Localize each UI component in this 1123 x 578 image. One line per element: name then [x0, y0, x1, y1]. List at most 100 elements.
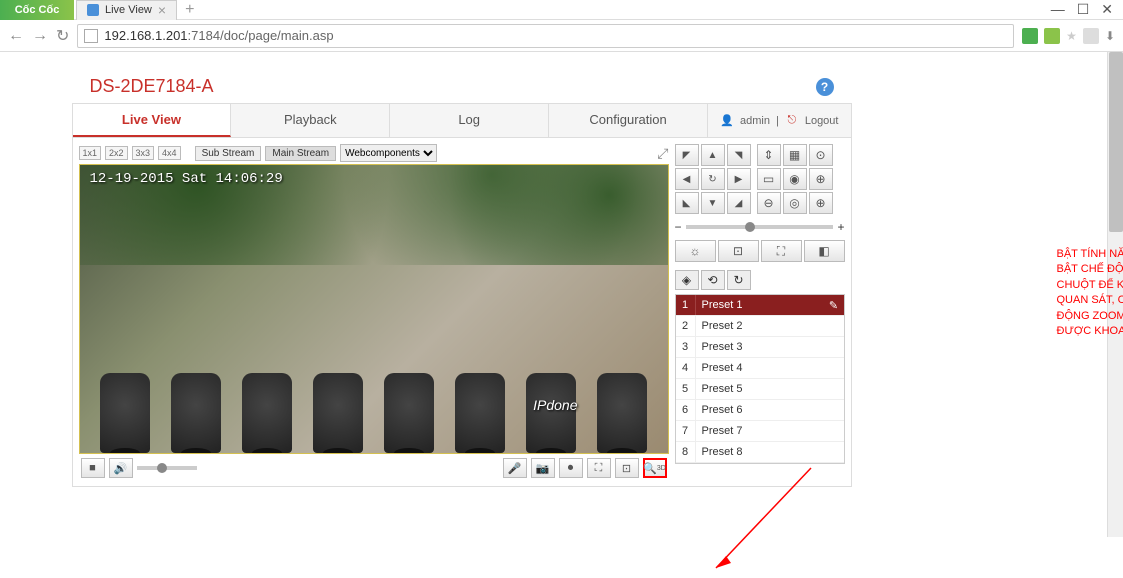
ptz-up-right[interactable]: ◥ — [727, 144, 751, 166]
preset-row[interactable]: 3Preset 3 — [676, 337, 844, 358]
ptz-auto[interactable]: ↻ — [701, 168, 725, 190]
preset-tab-patrol[interactable]: ⟲ — [701, 270, 725, 290]
ptz-up[interactable]: ▲ — [701, 144, 725, 166]
expand-icon[interactable]: ⤢ — [657, 145, 668, 162]
aux-c-button[interactable]: ⊕ — [809, 192, 833, 214]
aux-a-button[interactable]: ⊖ — [757, 192, 781, 214]
preset-list[interactable]: 1Preset 1✎2Preset 23Preset 34Preset 45Pr… — [675, 294, 845, 464]
preset-name: Preset 7 — [696, 421, 844, 441]
close-window-button[interactable]: ✕ — [1101, 1, 1113, 18]
preset-row[interactable]: 6Preset 6 — [676, 400, 844, 421]
tab-configuration[interactable]: Configuration — [549, 104, 708, 137]
minimize-button[interactable]: — — [1051, 1, 1065, 18]
light-button[interactable]: ☼ — [675, 240, 716, 262]
record-button[interactable]: ⏺ — [559, 458, 583, 478]
layout-2x2-button[interactable]: 2x2 — [105, 146, 128, 160]
site-info-icon[interactable] — [84, 29, 98, 43]
bookmark-icon[interactable]: ★ — [1066, 29, 1077, 43]
speed-track[interactable] — [686, 225, 834, 229]
audio-button[interactable]: 🔊 — [109, 458, 133, 478]
layout-3x3-button[interactable]: 3x3 — [132, 146, 155, 160]
ptz-up-left[interactable]: ◤ — [675, 144, 699, 166]
ptz-down-right[interactable]: ◢ — [727, 192, 751, 214]
focus-near-button[interactable]: ⊙ — [809, 144, 833, 166]
tab-favicon — [87, 4, 99, 16]
region-focus-button[interactable]: ⊡ — [615, 458, 639, 478]
preset-edit-icon[interactable]: ✎ — [824, 299, 844, 312]
ptz-left[interactable]: ◀ — [675, 168, 699, 190]
content-area: 1x1 2x2 3x3 4x4 Sub Stream Main Stream W… — [72, 138, 852, 487]
browser-nav-bar: ← → ↻ 192.168.1.201:7184/doc/page/main.a… — [0, 20, 1123, 52]
forward-button[interactable]: → — [32, 27, 48, 45]
preset-row[interactable]: 1Preset 1✎ — [676, 295, 844, 316]
address-bar[interactable]: 192.168.1.201:7184/doc/page/main.asp — [77, 24, 1014, 48]
preset-number: 6 — [676, 400, 696, 420]
ptz-dpad: ◤ ▲ ◥ ◀ ↻ ▶ ◣ ▼ ◢ — [675, 144, 751, 214]
user-menu-icon[interactable] — [1083, 28, 1099, 44]
scrollbar-thumb[interactable] — [1109, 52, 1123, 232]
ptz-right[interactable]: ▶ — [727, 168, 751, 190]
preset-name: Preset 1 — [696, 295, 824, 315]
ptz-speed-slider[interactable]: − + — [675, 220, 845, 234]
iris-close-button[interactable]: ⊕ — [809, 168, 833, 190]
iris-open-button[interactable]: ◉ — [783, 168, 807, 190]
preset-row[interactable]: 4Preset 4 — [676, 358, 844, 379]
ptz-down-left[interactable]: ◣ — [675, 192, 699, 214]
3d-positioning-button[interactable]: 🔍3D — [643, 458, 667, 478]
focus-far-button[interactable]: ▭ — [757, 168, 781, 190]
help-icon[interactable]: ? — [816, 78, 834, 96]
preset-row[interactable]: 5Preset 5 — [676, 379, 844, 400]
browser-logo: Cốc Cốc — [0, 0, 74, 20]
digital-zoom-button[interactable]: ⛶ — [587, 458, 611, 478]
tab-live-view[interactable]: Live View — [73, 104, 232, 137]
preset-row[interactable]: 8Preset 8 — [676, 442, 844, 463]
preset-name: Preset 6 — [696, 400, 844, 420]
snapshot-button[interactable]: 📷 — [531, 458, 555, 478]
download-icon[interactable]: ⬇ — [1105, 29, 1115, 43]
zoom-in-button[interactable]: ⇕ — [757, 144, 781, 166]
video-column: 1x1 2x2 3x3 4x4 Sub Stream Main Stream W… — [79, 144, 669, 480]
video-toolbar: 1x1 2x2 3x3 4x4 Sub Stream Main Stream W… — [79, 144, 669, 162]
aux-b-button[interactable]: ◎ — [783, 192, 807, 214]
aux-focus-button[interactable]: ⛶ — [761, 240, 802, 262]
layout-1x1-button[interactable]: 1x1 — [79, 146, 102, 160]
volume-slider[interactable] — [137, 466, 197, 470]
sub-stream-button[interactable]: Sub Stream — [195, 146, 262, 161]
preset-tab-preset[interactable]: ◈ — [675, 270, 699, 290]
extension-icon[interactable] — [1044, 28, 1060, 44]
preset-row[interactable]: 7Preset 7 — [676, 421, 844, 442]
preset-number: 3 — [676, 337, 696, 357]
extension-icon[interactable] — [1022, 28, 1038, 44]
tab-title: Live View — [105, 4, 152, 16]
stop-button[interactable]: ■ — [81, 458, 105, 478]
preset-number: 5 — [676, 379, 696, 399]
reload-button[interactable]: ↻ — [56, 26, 69, 46]
tab-playback[interactable]: Playback — [231, 104, 390, 137]
back-button[interactable]: ← — [8, 27, 24, 45]
ptz-controls: ◤ ▲ ◥ ◀ ↻ ▶ ◣ ▼ ◢ ⇕ ▦ ⊙ ▭ ◉ ⊕ ⊖ — [675, 144, 845, 214]
browser-tab[interactable]: Live View × — [76, 0, 177, 20]
video-viewport[interactable]: 12-19-2015 Sat 14:06:29 IPdone — [79, 164, 669, 454]
init-lens-button[interactable]: ◧ — [804, 240, 845, 262]
preset-tab-pattern[interactable]: ↻ — [727, 270, 751, 290]
tab-log[interactable]: Log — [390, 104, 549, 137]
user-icon: 👤 — [720, 114, 734, 128]
layout-4x4-button[interactable]: 4x4 — [158, 146, 181, 160]
main-stream-button[interactable]: Main Stream — [265, 146, 336, 161]
preset-row[interactable]: 2Preset 2 — [676, 316, 844, 337]
preset-number: 1 — [676, 295, 696, 315]
ptz-down[interactable]: ▼ — [701, 192, 725, 214]
preset-name: Preset 5 — [696, 379, 844, 399]
annotation-text: BẬT TÍNH NĂNG ĐỊNH VỊ 3D KHI BẬT CHẾ ĐỘ … — [1057, 247, 1123, 339]
speed-plus-icon: + — [837, 220, 844, 234]
zoom-out-button[interactable]: ▦ — [783, 144, 807, 166]
maximize-button[interactable]: ☐ — [1077, 1, 1090, 18]
mic-button[interactable]: 🎤 — [503, 458, 527, 478]
logout-link[interactable]: Logout — [805, 115, 839, 127]
video-scene-motorbikes — [80, 313, 668, 453]
wiper-button[interactable]: ⊡ — [718, 240, 759, 262]
plugin-select[interactable]: Webcomponents — [340, 144, 437, 162]
video-watermark: IPdone — [533, 397, 577, 413]
new-tab-button[interactable]: + — [177, 1, 202, 19]
tab-close-icon[interactable]: × — [158, 2, 166, 18]
